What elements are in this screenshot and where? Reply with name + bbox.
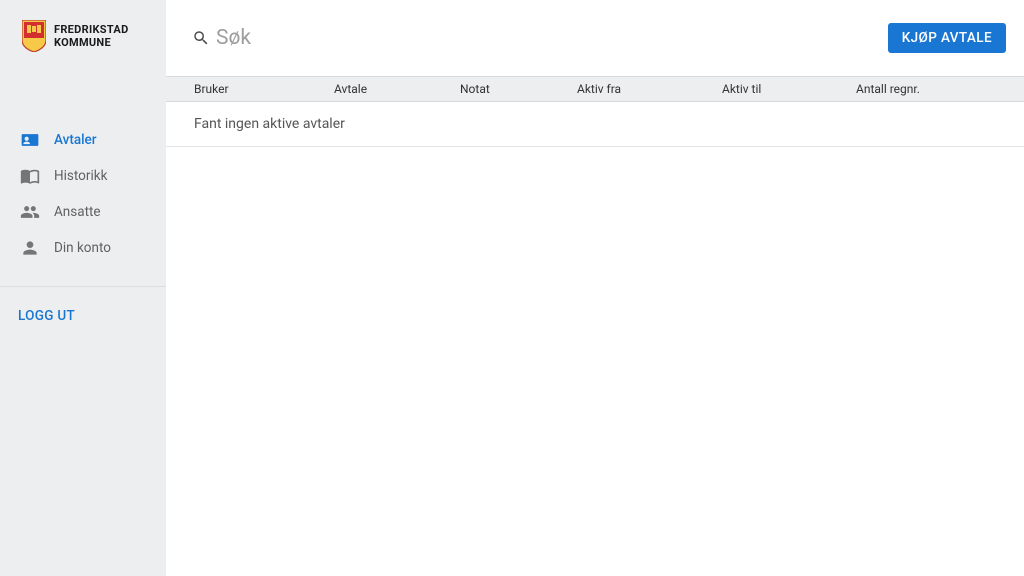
brand-text: FREDRIKSTAD KOMMUNE bbox=[54, 23, 129, 49]
column-header-avtale: Avtale bbox=[334, 82, 460, 96]
sidebar-item-avtaler[interactable]: Avtaler bbox=[0, 122, 166, 158]
main-content: KJØP AVTALE Bruker Avtale Notat Aktiv fr… bbox=[166, 0, 1024, 576]
sidebar-item-label: Ansatte bbox=[54, 204, 101, 220]
book-open-icon bbox=[20, 166, 40, 186]
empty-state-message: Fant ingen aktive avtaler bbox=[166, 102, 1024, 147]
sidebar: FREDRIKSTAD KOMMUNE Avtaler Historikk An… bbox=[0, 0, 166, 576]
buy-agreement-button[interactable]: KJØP AVTALE bbox=[888, 23, 1006, 53]
column-header-antallregnr: Antall regnr. bbox=[856, 82, 996, 96]
shield-icon bbox=[22, 20, 46, 52]
column-header-aktivfra: Aktiv fra bbox=[577, 82, 722, 96]
sidebar-item-label: Avtaler bbox=[54, 132, 97, 148]
logout-button[interactable]: LOGG UT bbox=[18, 308, 75, 324]
search-icon bbox=[192, 29, 210, 47]
column-header-notat: Notat bbox=[460, 82, 577, 96]
sidebar-item-ansatte[interactable]: Ansatte bbox=[0, 194, 166, 230]
brand-logo: FREDRIKSTAD KOMMUNE bbox=[0, 0, 166, 72]
sidebar-item-label: Historikk bbox=[54, 168, 107, 184]
column-header-aktivtil: Aktiv til bbox=[722, 82, 856, 96]
logout-section: LOGG UT bbox=[0, 286, 166, 342]
table-header: Bruker Avtale Notat Aktiv fra Aktiv til … bbox=[166, 77, 1024, 102]
brand-line1: FREDRIKSTAD bbox=[54, 23, 129, 36]
search-container bbox=[184, 26, 888, 50]
people-icon bbox=[20, 202, 40, 222]
sidebar-item-historikk[interactable]: Historikk bbox=[0, 158, 166, 194]
nav-section: Avtaler Historikk Ansatte Din konto bbox=[0, 122, 166, 266]
brand-line2: KOMMUNE bbox=[54, 36, 129, 49]
id-card-icon bbox=[20, 130, 40, 150]
person-icon bbox=[20, 238, 40, 258]
header-row: KJØP AVTALE bbox=[166, 0, 1024, 77]
search-input[interactable] bbox=[216, 26, 516, 50]
column-header-bruker: Bruker bbox=[194, 82, 334, 96]
sidebar-item-dinkonto[interactable]: Din konto bbox=[0, 230, 166, 266]
sidebar-item-label: Din konto bbox=[54, 240, 111, 256]
